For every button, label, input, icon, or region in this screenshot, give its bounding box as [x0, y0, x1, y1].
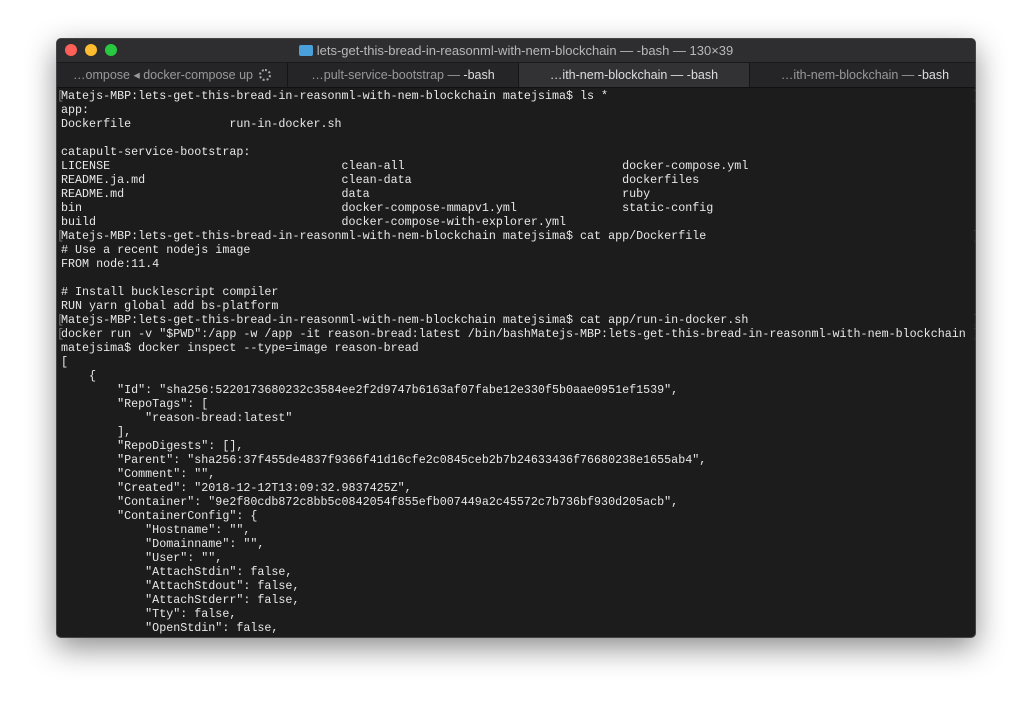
output-line: FROM node:11.4 — [61, 257, 160, 271]
prompt-line: Matejs-MBP:lets-get-this-bread-in-reason… — [57, 229, 975, 243]
spinner-icon — [258, 69, 271, 81]
tab-active[interactable]: …ith-nem-blockchain — -bash — [519, 63, 750, 87]
tab-process: -bash — [917, 68, 950, 82]
output-line: ], — [61, 425, 132, 439]
output-line: { — [61, 369, 97, 383]
output-line: "Created": "2018-12-12T13:09:32.9837425Z… — [61, 481, 412, 495]
output-line: [ — [61, 355, 69, 369]
output-line: # Use a recent nodejs image — [61, 243, 251, 257]
terminal-output[interactable]: Matejs-MBP:lets-get-this-bread-in-reason… — [57, 88, 975, 637]
tab-bar: …ompose ◂ docker-compose up …pult-servic… — [57, 62, 975, 88]
output-line: "RepoTags": [ — [61, 397, 209, 411]
output-line: "Id": "sha256:5220173680232c3584ee2f2d97… — [61, 383, 679, 397]
zoom-button[interactable] — [105, 44, 117, 56]
output-line: "User": "", — [61, 551, 223, 565]
output-line: # Install bucklescript compiler — [61, 285, 279, 299]
tab-process: -bash — [463, 68, 495, 82]
output-line: "Domainname": "", — [61, 537, 265, 551]
close-button[interactable] — [65, 44, 77, 56]
prompt-line: Matejs-MBP:lets-get-this-bread-in-reason… — [57, 313, 975, 327]
output-line: matejsima$ docker inspect --type=image r… — [61, 341, 419, 355]
output-line: app: — [61, 103, 90, 117]
tab-catapult[interactable]: …pult-service-bootstrap — -bash — [288, 63, 519, 87]
tab-label: …ompose ◂ docker-compose up — [73, 68, 253, 82]
output-line: "Container": "9e2f80cdb872c8bb5c0842054f… — [61, 495, 679, 509]
tab-process: -bash — [686, 68, 719, 82]
folder-icon — [298, 45, 313, 56]
output-line: bin docker-compose-mmapv1.yml static-con… — [61, 201, 714, 215]
prompt-line: docker run -v "$PWD":/app -w /app -it re… — [57, 327, 975, 341]
output-line: "RepoDigests": [], — [61, 439, 244, 453]
output-line: "ContainerConfig": { — [61, 509, 258, 523]
tab-blockchain[interactable]: …ith-nem-blockchain — -bash — [750, 63, 975, 87]
window-controls — [65, 44, 117, 56]
output-line: Dockerfile run-in-docker.sh — [61, 117, 342, 131]
output-line: "AttachStdin": false, — [61, 565, 293, 579]
output-line: "Hostname": "", — [61, 523, 251, 537]
output-line: "OpenStdin": false, — [61, 621, 279, 635]
output-line: "Tty": false, — [61, 607, 237, 621]
tab-docker-compose[interactable]: …ompose ◂ docker-compose up — [57, 63, 288, 87]
output-line: "Comment": "", — [61, 467, 216, 481]
output-line: README.md data ruby — [61, 187, 651, 201]
output-line: "Parent": "sha256:37f455de4837f9366f41d1… — [61, 453, 707, 467]
terminal-window: lets-get-this-bread-in-reasonml-with-nem… — [56, 38, 976, 638]
prompt-line: Matejs-MBP:lets-get-this-bread-in-reason… — [57, 89, 975, 103]
tab-label: …ith-nem-blockchain — — [549, 68, 687, 82]
tab-label: …pult-service-bootstrap — — [311, 68, 464, 82]
output-line: "AttachStderr": false, — [61, 593, 300, 607]
title-bar[interactable]: lets-get-this-bread-in-reasonml-with-nem… — [57, 39, 975, 62]
output-line: "AttachStdout": false, — [61, 579, 300, 593]
output-line: RUN yarn global add bs-platform — [61, 299, 279, 313]
tab-label: …ith-nem-blockchain — — [780, 68, 918, 82]
output-line: "reason-bread:latest" — [61, 411, 293, 425]
output-line: build docker-compose-with-explorer.yml — [61, 215, 566, 229]
output-line: catapult-service-bootstrap: — [61, 145, 251, 159]
window-title: lets-get-this-bread-in-reasonml-with-nem… — [316, 43, 734, 58]
output-line: LICENSE clean-all docker-compose.yml — [61, 159, 749, 173]
output-line: README.ja.md clean-data dockerfiles — [61, 173, 700, 187]
minimize-button[interactable] — [85, 44, 97, 56]
